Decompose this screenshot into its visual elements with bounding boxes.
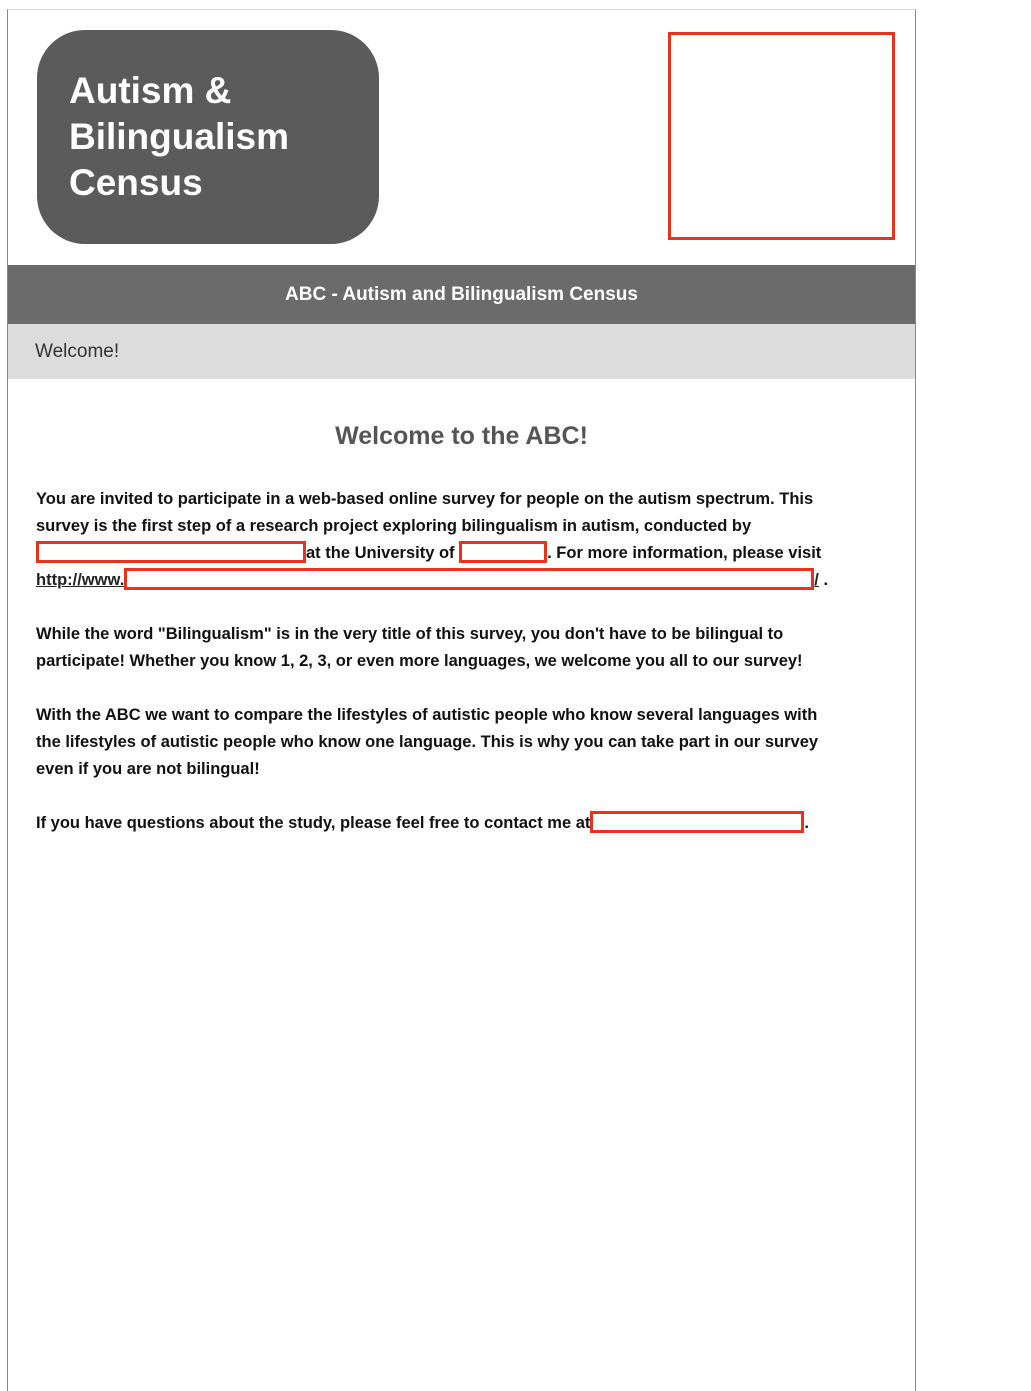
page-heading: Welcome to the ABC! — [335, 422, 588, 450]
page-frame: Autism & Bilingualism Census ABC - Autis… — [7, 9, 916, 1391]
intro-p1-line-4: http://www. / . — [36, 567, 896, 594]
logo-line-3: Census — [69, 162, 203, 203]
redacted-researcher-name — [36, 541, 306, 563]
redacted-contact-email[interactable] — [590, 811, 805, 833]
site-logo: Autism & Bilingualism Census — [37, 30, 379, 244]
contact-line: If you have questions about the study, p… — [36, 810, 896, 837]
more-info-text: . For more information, please visit — [547, 544, 822, 562]
intro-p2-line-1: While the word "Bilingualism" is in the … — [36, 625, 784, 643]
intro-paragraph-4: If you have questions about the study, p… — [36, 810, 896, 837]
intro-text: You are invited to participate in a web-… — [36, 486, 896, 864]
section-label: Welcome! — [35, 341, 120, 362]
section-header: Welcome! — [8, 324, 915, 379]
university-text: at the University of — [306, 544, 455, 562]
intro-paragraph-3: With the ABC we want to compare the life… — [36, 702, 896, 783]
contact-text: If you have questions about the study, p… — [36, 814, 591, 832]
redacted-website-url — [124, 568, 815, 590]
redacted-header-image — [668, 32, 895, 240]
project-website-link[interactable]: http://www. / — [36, 568, 819, 590]
logo-line-2: Bilingualism — [69, 116, 289, 157]
contact-end: . — [804, 814, 809, 832]
intro-p3-line-3: even if you are not bilingual! — [36, 760, 260, 778]
intro-p2-line-2: participate! Whether you know 1, 2, 3, o… — [36, 652, 803, 670]
redacted-university — [459, 541, 548, 563]
logo-line-1: Autism & — [69, 70, 232, 111]
intro-p3-line-2: the lifestyles of autistic people who kn… — [36, 733, 819, 751]
line-end-period: . — [818, 571, 829, 589]
intro-p1-line-2: survey is the first step of a research p… — [36, 517, 752, 535]
intro-p1-line-1: You are invited to participate in a web-… — [36, 490, 814, 508]
survey-title-bar: ABC - Autism and Bilingualism Census — [8, 265, 915, 324]
intro-p3-line-1: With the ABC we want to compare the life… — [36, 706, 818, 724]
intro-paragraph-1: You are invited to participate in a web-… — [36, 486, 896, 594]
intro-paragraph-2: While the word "Bilingualism" is in the … — [36, 621, 896, 675]
intro-p1-line-3: at the University of . For more informat… — [36, 540, 896, 567]
link-prefix: http://www. — [36, 571, 125, 589]
survey-title: ABC - Autism and Bilingualism Census — [285, 284, 638, 305]
